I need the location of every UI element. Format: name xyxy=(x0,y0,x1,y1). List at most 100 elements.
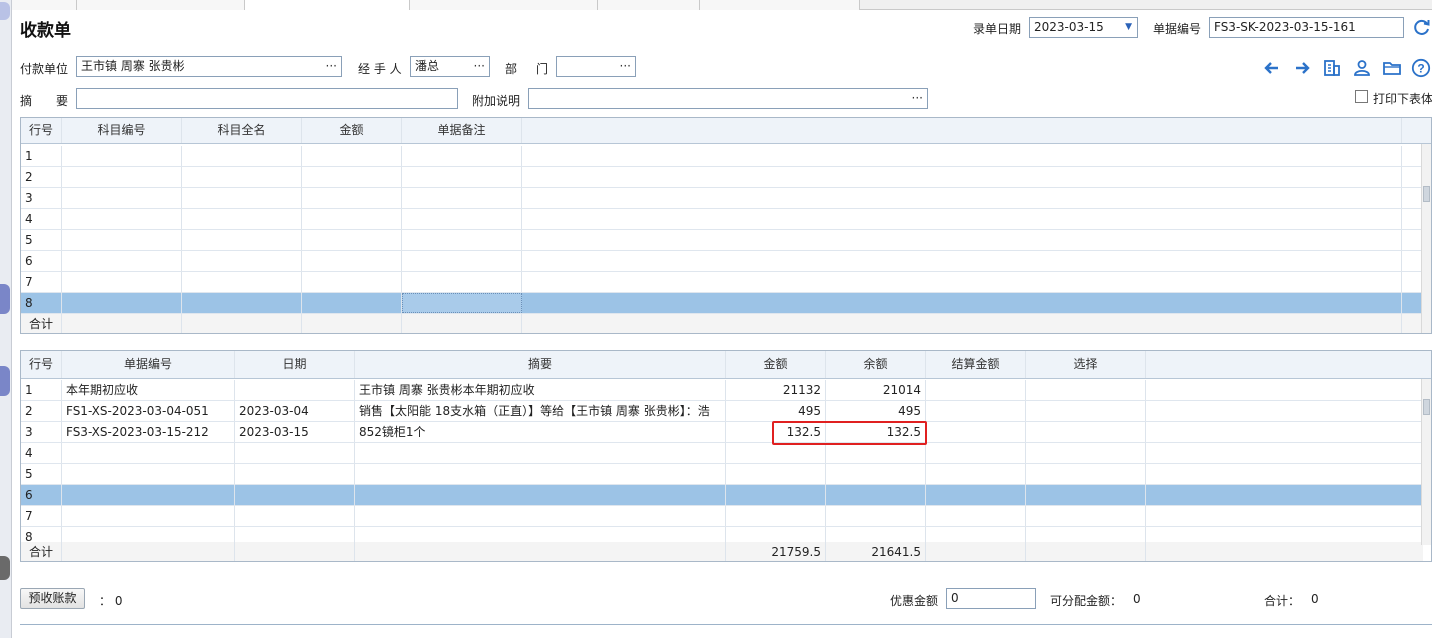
table-cell[interactable] xyxy=(62,230,182,250)
table-cell[interactable] xyxy=(182,272,302,292)
table-cell[interactable] xyxy=(522,251,1402,271)
table-cell[interactable] xyxy=(62,167,182,187)
docno-field[interactable]: FS3-SK-2023-03-15-161 xyxy=(1209,17,1404,38)
arrow-right-icon[interactable] xyxy=(1292,58,1312,78)
document-icon[interactable] xyxy=(1322,58,1342,78)
table-cell[interactable] xyxy=(522,209,1402,229)
table-cell[interactable] xyxy=(402,272,522,292)
table-cell[interactable] xyxy=(62,188,182,208)
table-cell[interactable] xyxy=(62,506,235,526)
table-cell[interactable] xyxy=(235,464,355,484)
table-cell[interactable] xyxy=(826,485,926,505)
table-row[interactable]: 2 xyxy=(21,167,1423,188)
table-row[interactable]: 4 xyxy=(21,209,1423,230)
table-cell[interactable]: 本年期初应收 xyxy=(62,380,235,400)
table-row[interactable]: 5 xyxy=(21,464,1423,485)
table-row[interactable]: 3 xyxy=(21,188,1423,209)
table-cell[interactable]: 王市镇 周寨 张贵彬本年期初应收 xyxy=(355,380,726,400)
table-cell[interactable] xyxy=(402,293,522,313)
print-body-checkbox[interactable] xyxy=(1355,90,1368,103)
table-cell[interactable] xyxy=(182,293,302,313)
table-cell[interactable] xyxy=(182,209,302,229)
table-cell[interactable] xyxy=(1026,443,1146,463)
table-cell[interactable] xyxy=(522,188,1402,208)
summary-field[interactable] xyxy=(76,88,458,109)
table-cell[interactable] xyxy=(926,443,1026,463)
table-row[interactable]: 8 xyxy=(21,293,1423,314)
table-cell[interactable] xyxy=(62,272,182,292)
table-row[interactable]: 6 xyxy=(21,485,1423,506)
table-cell[interactable] xyxy=(1146,485,1431,505)
scrollbar-thumb[interactable] xyxy=(1423,186,1430,202)
table-cell[interactable]: FS3-XS-2023-03-15-212 xyxy=(62,422,235,442)
payer-field[interactable]: 王市镇 周寨 张贵彬 ··· xyxy=(76,56,342,77)
table-cell[interactable]: 2023-03-15 xyxy=(235,422,355,442)
column-header[interactable]: 单据编号 xyxy=(62,351,235,378)
table-row[interactable]: 5 xyxy=(21,230,1423,251)
table-cell[interactable] xyxy=(355,506,726,526)
table-cell[interactable] xyxy=(355,464,726,484)
table-cell[interactable] xyxy=(235,485,355,505)
column-header[interactable]: 科目编号 xyxy=(62,118,182,143)
table-row[interactable]: 1 本年期初应收 王市镇 周寨 张贵彬本年期初应收 21132 21014 xyxy=(21,380,1423,401)
table-cell[interactable]: 销售【太阳能 18支水箱（正直）】等给【王市镇 周寨 张贵彬】：浩 xyxy=(355,401,726,421)
table-cell[interactable] xyxy=(302,251,402,271)
table-cell[interactable] xyxy=(926,422,1026,442)
table-cell[interactable] xyxy=(1026,464,1146,484)
help-icon[interactable]: ? xyxy=(1411,58,1431,78)
table-cell[interactable] xyxy=(826,506,926,526)
extra-note-field[interactable]: ··· xyxy=(528,88,928,109)
table-cell[interactable] xyxy=(62,251,182,271)
table-cell[interactable] xyxy=(522,167,1402,187)
table-cell[interactable]: 495 xyxy=(826,401,926,421)
tab[interactable] xyxy=(77,0,245,10)
table-cell[interactable] xyxy=(1026,485,1146,505)
column-header[interactable]: 科目全名 xyxy=(182,118,302,143)
column-header[interactable]: 日期 xyxy=(235,351,355,378)
tab[interactable] xyxy=(410,0,598,10)
tab-active[interactable] xyxy=(245,0,410,10)
table-row[interactable]: 6 xyxy=(21,251,1423,272)
column-header[interactable]: 结算金额 xyxy=(926,351,1026,378)
table-cell[interactable] xyxy=(1026,422,1146,442)
table-cell[interactable] xyxy=(402,146,522,166)
scrollbar[interactable] xyxy=(1421,144,1431,333)
table-cell[interactable] xyxy=(522,293,1402,313)
table-cell[interactable] xyxy=(926,485,1026,505)
scrollbar-thumb[interactable] xyxy=(1423,399,1430,415)
table-cell[interactable] xyxy=(726,506,826,526)
receivable-grid[interactable]: 行号 单据编号 日期 摘要 金额 余额 结算金额 选择 1 本年期初应收 王市镇 周寨 张贵彬本年期… xyxy=(20,350,1432,562)
table-row[interactable]: 1 xyxy=(21,146,1423,167)
table-cell[interactable] xyxy=(355,443,726,463)
table-cell[interactable] xyxy=(355,485,726,505)
date-field[interactable]: 2023-03-15 ▼ xyxy=(1029,17,1138,38)
discount-field[interactable]: 0 xyxy=(946,588,1036,609)
table-cell[interactable] xyxy=(302,146,402,166)
column-header[interactable] xyxy=(522,118,1402,143)
table-cell[interactable] xyxy=(1146,464,1431,484)
table-cell[interactable] xyxy=(235,443,355,463)
table-cell[interactable] xyxy=(62,485,235,505)
table-cell[interactable] xyxy=(726,485,826,505)
table-cell[interactable] xyxy=(235,506,355,526)
table-cell[interactable] xyxy=(302,230,402,250)
table-row[interactable]: 3 FS3-XS-2023-03-15-212 2023-03-15 852镜柜1个 1… xyxy=(21,422,1423,443)
tab[interactable] xyxy=(598,0,700,10)
refresh-icon[interactable] xyxy=(1412,17,1432,37)
table-cell[interactable] xyxy=(182,167,302,187)
table-cell[interactable] xyxy=(402,188,522,208)
table-cell[interactable] xyxy=(62,293,182,313)
table-cell[interactable] xyxy=(235,380,355,400)
ellipsis-icon[interactable]: ··· xyxy=(474,57,485,76)
table-cell[interactable] xyxy=(826,464,926,484)
column-header[interactable]: 行号 xyxy=(21,351,62,378)
table-cell[interactable] xyxy=(62,464,235,484)
table-cell[interactable] xyxy=(302,209,402,229)
scrollbar[interactable] xyxy=(1421,379,1431,545)
table-cell[interactable] xyxy=(1026,506,1146,526)
table-cell[interactable] xyxy=(726,443,826,463)
ellipsis-icon[interactable]: ··· xyxy=(912,89,923,108)
person-icon[interactable] xyxy=(1352,58,1372,78)
arrow-left-icon[interactable] xyxy=(1262,58,1282,78)
table-cell[interactable] xyxy=(402,167,522,187)
